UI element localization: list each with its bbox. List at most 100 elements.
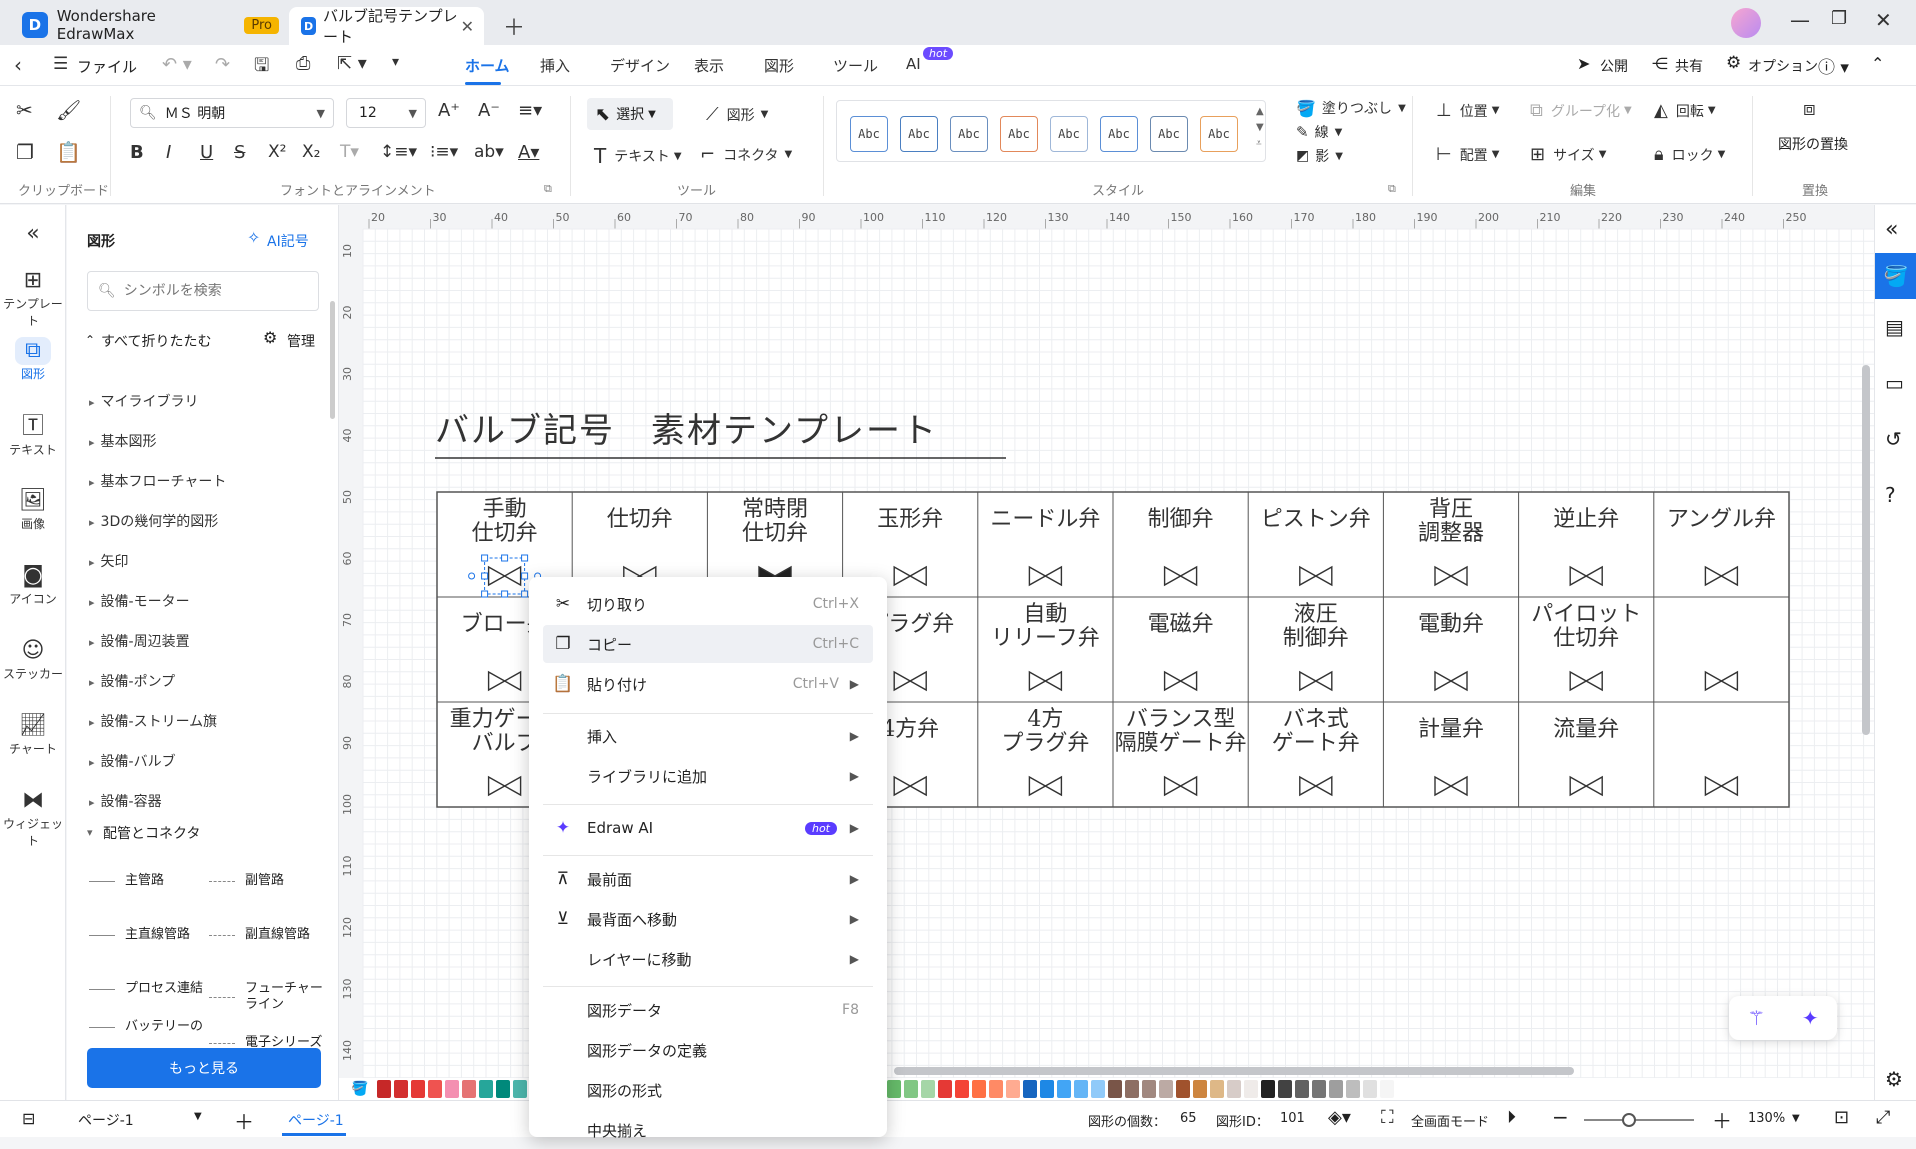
palette-color-swatch[interactable]: [989, 1080, 1004, 1098]
app-tab[interactable]: D Wondershare EdrawMax Pro: [14, 6, 279, 44]
zoom-level[interactable]: 130%: [1748, 1111, 1785, 1126]
replace-shape-icon[interactable]: ⧈: [1803, 98, 1816, 118]
collapse-ribbon-icon[interactable]: ⌃: [1871, 54, 1884, 73]
select-tool-button[interactable]: ⬉ 選択 ▼: [587, 98, 673, 130]
undo-icon[interactable]: ↶ ▾: [162, 54, 192, 75]
ai-symbol-button[interactable]: AI記号: [267, 231, 309, 251]
subscript-icon[interactable]: X₂: [302, 144, 320, 161]
text-direction-icon[interactable]: ab▾: [474, 144, 504, 161]
palette-color-swatch[interactable]: [411, 1080, 426, 1098]
palette-color-swatch[interactable]: [1227, 1080, 1242, 1098]
help-circle-icon[interactable]: ?: [1885, 483, 1896, 507]
palette-color-swatch[interactable]: [445, 1080, 460, 1098]
palette-color-swatch[interactable]: [1380, 1080, 1395, 1098]
fill-bucket-icon[interactable]: 🪣: [351, 1081, 368, 1097]
tab-home[interactable]: ホーム: [465, 55, 510, 76]
sidebar-item-sticker[interactable]: ☺ ステッカー: [0, 637, 66, 682]
page-select[interactable]: ページ-1: [78, 1110, 134, 1130]
fullscreen-button[interactable]: 全画面モード: [1411, 1111, 1489, 1130]
text-align-icon[interactable]: ≡▾: [518, 102, 542, 120]
fill-panel-icon[interactable]: 🪣: [1875, 253, 1916, 299]
zoom-out-icon[interactable]: −: [1552, 1105, 1569, 1129]
position-button[interactable]: ⊥ 位置 ▼: [1436, 100, 1499, 121]
style-preset[interactable]: Abc: [950, 116, 988, 152]
text-case-icon[interactable]: T▾: [340, 144, 359, 161]
library-item[interactable]: 基本フローチャート: [89, 471, 227, 491]
palette-color-swatch[interactable]: [1193, 1080, 1208, 1098]
zoom-slider[interactable]: [1584, 1113, 1694, 1127]
palette-color-swatch[interactable]: [377, 1080, 392, 1098]
help-icon[interactable]: ⓘ ▾: [1818, 53, 1849, 78]
horizontal-scrollbar[interactable]: [894, 1067, 1574, 1075]
sidebar-item-image[interactable]: 🖼︎ 画像: [0, 487, 66, 532]
pipe-shape-item[interactable]: プロセス連結: [89, 981, 207, 997]
palette-color-swatch[interactable]: [1261, 1080, 1276, 1098]
connector-tool-button[interactable]: ⌐ コネクタ ▼: [700, 144, 792, 165]
ai-sparkle-icon[interactable]: ✦: [1802, 1006, 1819, 1030]
menu-item-center-align[interactable]: 中央揃え: [543, 1111, 873, 1149]
more-dropdown-icon[interactable]: ▾: [392, 54, 399, 70]
strikethrough-icon[interactable]: S: [234, 144, 245, 162]
palette-color-swatch[interactable]: [394, 1080, 409, 1098]
palette-color-swatch[interactable]: [1057, 1080, 1072, 1098]
italic-icon[interactable]: I: [166, 144, 171, 162]
fit-page-icon[interactable]: ⛶: [1381, 1107, 1394, 1128]
format-painter-icon[interactable]: 🖌: [56, 100, 81, 120]
style-preset[interactable]: Abc: [1050, 116, 1088, 152]
library-item[interactable]: 基本図形: [89, 431, 157, 451]
font-color-icon[interactable]: A▾: [518, 144, 539, 162]
collapse-all-icon[interactable]: ⌃: [85, 333, 95, 347]
sidebar-item-text[interactable]: 🅃 テキスト: [0, 413, 66, 458]
menu-item-shape-format[interactable]: 図形の形式: [543, 1071, 873, 1109]
sidebar-item-widget[interactable]: ⧓ ウィジェット: [0, 787, 66, 849]
selection-handle[interactable]: [521, 572, 529, 580]
palette-color-swatch[interactable]: [1108, 1080, 1123, 1098]
selection-handle[interactable]: [481, 572, 489, 580]
style-dialog-launcher-icon[interactable]: ⧉: [1388, 182, 1396, 196]
palette-color-swatch[interactable]: [479, 1080, 494, 1098]
pipe-shape-item[interactable]: 主管路: [89, 873, 207, 889]
menu-item-add-library[interactable]: ライブラリに追加 ▶: [543, 757, 873, 795]
font-size-select[interactable]: 12 ▼: [346, 98, 426, 128]
pipe-shape-item[interactable]: フューチャーライン: [209, 981, 327, 1013]
palette-color-swatch[interactable]: [1125, 1080, 1140, 1098]
selection-handle[interactable]: [521, 554, 529, 562]
increase-font-icon[interactable]: A⁺: [438, 102, 460, 120]
library-item-pipes[interactable]: 配管とコネクタ: [103, 823, 200, 843]
selection-handle[interactable]: [481, 554, 489, 562]
ai-magic-wand-icon[interactable]: ⚚: [1747, 1006, 1765, 1030]
library-item[interactable]: 設備-モーター: [89, 591, 190, 611]
pipe-shape-item[interactable]: バッテリーの: [89, 1019, 207, 1035]
palette-color-swatch[interactable]: [887, 1080, 902, 1098]
sidebar-item-icons[interactable]: ◙ アイコン: [0, 562, 66, 607]
sidebar-item-chart[interactable]: 📈︎ チャート: [0, 712, 66, 757]
library-item[interactable]: 設備-容器: [89, 791, 162, 811]
palette-color-swatch[interactable]: [1023, 1080, 1038, 1098]
sidebar-item-template[interactable]: ⊞ テンプレート: [0, 267, 66, 329]
print-icon[interactable]: ⎙: [296, 53, 310, 74]
style-preset[interactable]: Abc: [1150, 116, 1188, 152]
save-icon[interactable]: 🖫: [254, 53, 269, 83]
palette-color-swatch[interactable]: [955, 1080, 970, 1098]
options-button[interactable]: オプション: [1748, 56, 1818, 76]
library-item[interactable]: 設備-周辺装置: [89, 631, 190, 651]
superscript-icon[interactable]: X²: [268, 144, 286, 161]
share-button[interactable]: 共有: [1675, 56, 1703, 76]
play-icon[interactable]: ⏵: [1507, 1107, 1516, 1128]
close-tab-icon[interactable]: ✕: [461, 17, 474, 36]
palette-color-swatch[interactable]: [1159, 1080, 1174, 1098]
font-dialog-launcher-icon[interactable]: ⧉: [544, 182, 552, 196]
expand-icon[interactable]: ⤢: [1876, 1107, 1890, 1128]
palette-color-swatch[interactable]: [938, 1080, 953, 1098]
maximize-icon[interactable]: ❐: [1831, 8, 1847, 29]
style-preset[interactable]: Abc: [900, 116, 938, 152]
pipe-shape-item[interactable]: 副管路: [209, 873, 327, 889]
fit-window-icon[interactable]: ⊡: [1834, 1107, 1849, 1128]
vertical-scrollbar[interactable]: [1862, 365, 1870, 735]
palette-color-swatch[interactable]: [1091, 1080, 1106, 1098]
menu-item-paste[interactable]: 📋 貼り付け Ctrl+V ▶: [543, 665, 873, 703]
menu-item-copy[interactable]: ❐ コピー Ctrl+C: [543, 625, 873, 663]
bold-icon[interactable]: B: [130, 144, 144, 162]
menu-item-cut[interactable]: ✂ 切り取り Ctrl+X: [543, 585, 873, 623]
new-tab-plus-icon[interactable]: ＋: [503, 10, 525, 42]
